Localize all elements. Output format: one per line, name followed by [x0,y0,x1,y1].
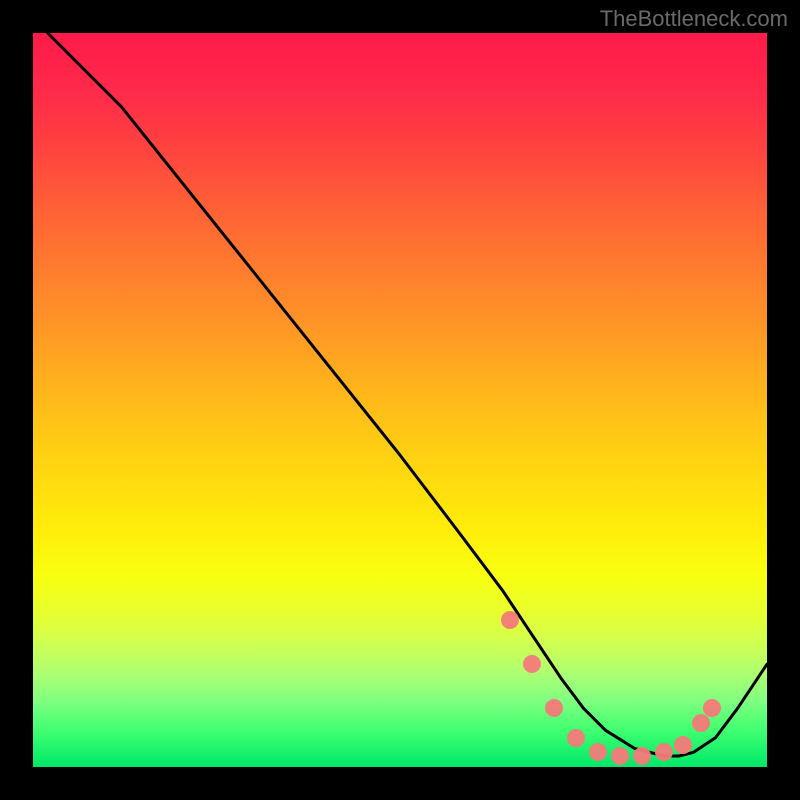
marker-dot [655,743,673,761]
marker-dot [703,699,721,717]
marker-dot [692,714,710,732]
marker-dot [611,747,629,765]
marker-dot [501,611,519,629]
marker-layer [33,33,767,767]
marker-dot [674,736,692,754]
marker-dot [545,699,563,717]
plot-area [33,33,767,767]
watermark-text: TheBottleneck.com [600,6,788,32]
marker-dot [633,747,651,765]
marker-dot [589,743,607,761]
marker-dot [523,655,541,673]
marker-dot [567,729,585,747]
